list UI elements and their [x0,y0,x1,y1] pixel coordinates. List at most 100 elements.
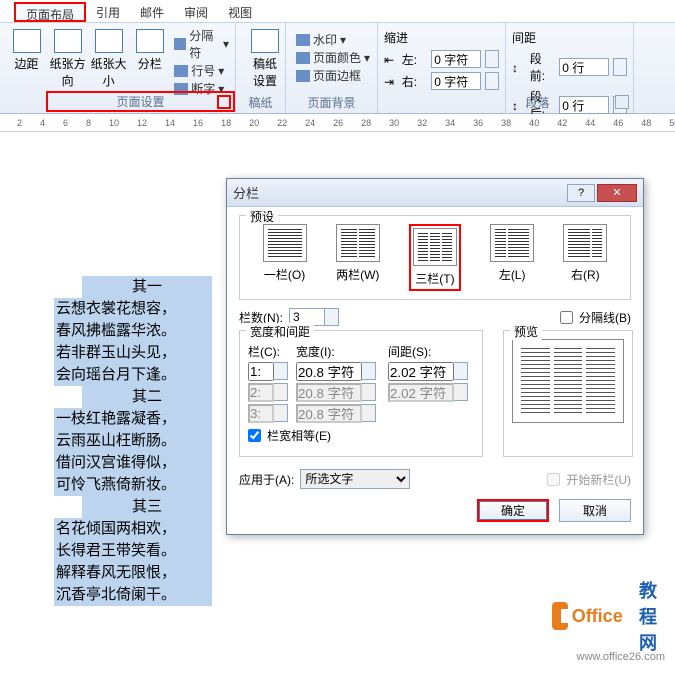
preset-right[interactable]: 右(R) [563,224,607,291]
doc-line: 沉香亭北倚阑干。 [54,584,212,606]
tab-references[interactable]: 引用 [86,2,130,22]
col3-num [248,404,274,423]
breaks-button[interactable]: 分隔符 ▾ [174,27,229,61]
columns-button[interactable]: 分栏 [129,27,170,97]
document-body: 其一 云想衣裳花想容， 春风拂槛露华浓。 若非群玉山头见， 会向瑶台月下逢。 其… [54,276,212,606]
orientation-button[interactable]: 纸张方向 [47,27,88,97]
dialog-title: 分栏 [233,183,565,202]
width-header: 宽度(I): [296,343,382,360]
line-between-checkbox[interactable] [560,311,573,324]
doc-line: 一枝红艳露凝香， [54,408,212,430]
indent-right-icon: ⇥ [384,75,398,87]
presets-fieldset: 预设 一栏(O) 两栏(W) 三栏(T) 左(L) [239,215,631,300]
ribbon: 边距 纸张方向 纸张大小 分栏 分隔符 ▾ 行号 ▾ 断字 ▾ 页面设置 稿纸 … [0,22,675,114]
spinner[interactable] [454,362,468,380]
doc-line: 解释春风无限恨， [54,562,212,584]
ok-button[interactable]: 确定 [477,499,549,522]
doc-line: 云雨巫山枉断肠。 [54,430,212,452]
doc-line: 名花倾国两相欢， [54,518,212,540]
tab-page-layout[interactable]: 页面布局 [14,2,86,22]
spinner[interactable] [613,58,627,76]
doc-line: 云想衣裳花想容， [54,298,212,320]
spacing-label: 间距 [512,27,627,48]
col1-width[interactable] [296,362,362,381]
line-numbers-button[interactable]: 行号 ▾ [174,62,229,79]
manuscript-button[interactable]: 稿纸 设置 [242,27,288,91]
dialog-titlebar[interactable]: 分栏 ? ✕ [227,179,643,207]
indent-left-icon: ⇤ [384,53,398,65]
spinner [274,383,288,401]
group-label-page-setup: 页面设置 [46,91,235,112]
tab-review[interactable]: 审阅 [174,2,218,22]
line-between-label: 分隔线(B) [579,309,631,326]
spacing-before-icon: ↕ [512,61,526,73]
breaks-icon [174,38,186,50]
doc-line: 可怜飞燕倚新妆。 [54,474,212,496]
spacing-before-field: ↕段前: [512,50,627,84]
cancel-button[interactable]: 取消 [559,499,631,522]
doc-line: 其二 [82,386,212,408]
apply-to-label: 应用于(A): [239,471,294,488]
brand-text-2: 教程网 [627,577,657,655]
close-button[interactable]: ✕ [597,184,637,202]
preset-one[interactable]: 一栏(O) [263,224,307,291]
col1-num[interactable] [248,362,274,381]
start-new-checkbox [547,473,560,486]
group-label-paragraph: 段落 [442,92,633,113]
page-setup-launcher[interactable] [217,95,231,109]
spacing-header: 间距(S): [388,343,474,360]
preview-legend: 预览 [510,323,542,340]
width-spacing-fieldset: 宽度和间距 栏(C): 宽度(I): 间距(S): [239,330,483,457]
spinner[interactable] [274,362,288,380]
manuscript-icon [251,29,279,53]
group-label-manuscript: 稿纸 [236,92,285,113]
watermark-icon [296,34,310,46]
col-header: 栏(C): [248,343,290,360]
spinner[interactable] [485,72,499,90]
page-borders-icon [296,70,310,82]
ribbon-tabs: 页面布局 引用 邮件 审阅 视图 [0,0,675,22]
col1-spacing[interactable] [388,362,454,381]
spinner [362,383,376,401]
line-numbers-icon [174,65,188,77]
indent-left-field: ⇤左: [384,50,499,68]
indent-right-input[interactable] [431,72,481,90]
apply-to-select[interactable]: 所选文字 [300,469,410,489]
spacing-before-input[interactable] [559,58,609,76]
group-page-background: 水印 ▾ 页面颜色 ▾ 页面边框 页面背景 [286,23,378,113]
group-page-setup: 边距 纸张方向 纸张大小 分栏 分隔符 ▾ 行号 ▾ 断字 ▾ 页面设置 [0,23,236,113]
preset-left[interactable]: 左(L) [490,224,534,291]
columns-dialog: 分栏 ? ✕ 预设 一栏(O) 两栏(W) 三栏(T) [226,178,644,535]
spinner[interactable] [485,50,499,68]
preset-three[interactable]: 三栏(T) [409,224,461,291]
page-borders-button[interactable]: 页面边框 [296,67,371,84]
start-new-label: 开始新栏(U) [566,471,631,488]
spinner [454,383,468,401]
size-button[interactable]: 纸张大小 [88,27,129,97]
equal-width-checkbox[interactable] [248,429,261,442]
doc-line: 其三 [82,496,212,518]
page-color-icon [296,52,310,64]
tab-view[interactable]: 视图 [218,2,262,22]
preset-two[interactable]: 两栏(W) [336,224,380,291]
tab-mailings[interactable]: 邮件 [130,2,174,22]
col2-width [296,383,362,402]
doc-line: 若非群玉山头见， [54,342,212,364]
logo-icon [552,602,568,630]
spinner[interactable] [362,362,376,380]
columns-icon [136,29,164,53]
watermark-button[interactable]: 水印 ▾ [296,31,371,48]
indent-label: 缩进 [384,27,499,48]
help-button[interactable]: ? [567,184,595,202]
paragraph-launcher[interactable] [615,95,629,109]
margins-button[interactable]: 边距 [6,27,47,97]
doc-line: 借问汉宫谁得似， [54,452,212,474]
doc-line: 其一 [82,276,212,298]
page-color-button[interactable]: 页面颜色 ▾ [296,49,371,66]
col2-num [248,383,274,402]
width-spacing-legend: 宽度和间距 [246,323,314,340]
orientation-icon [54,29,82,53]
indent-left-input[interactable] [431,50,481,68]
spinner[interactable] [325,308,339,326]
group-manuscript: 稿纸 设置 稿纸 [236,23,286,113]
